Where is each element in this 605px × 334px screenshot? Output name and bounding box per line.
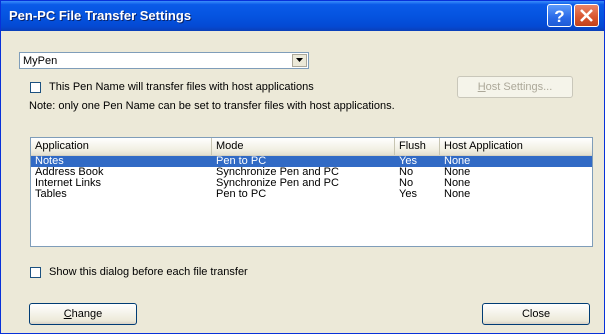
help-button[interactable]: ? bbox=[547, 4, 572, 27]
host-settings-rest: ost Settings... bbox=[485, 81, 553, 93]
pen-name-select[interactable]: MyPen bbox=[19, 52, 309, 69]
cell-mode: Pen to PC bbox=[216, 188, 267, 200]
column-header-host-application[interactable]: Host Application bbox=[440, 138, 592, 155]
cell-host-application: None bbox=[444, 188, 471, 200]
svg-text:?: ? bbox=[554, 7, 564, 26]
host-transfer-checkbox[interactable] bbox=[30, 82, 41, 93]
list-header: Application Mode Flush Host Application bbox=[31, 138, 592, 156]
table-row[interactable]: Tables Pen to PC Yes None bbox=[31, 188, 592, 200]
column-header-application[interactable]: Application bbox=[31, 138, 212, 155]
host-settings-button[interactable]: Host Settings... bbox=[457, 76, 573, 98]
help-icon: ? bbox=[554, 7, 564, 26]
change-rest: hange bbox=[71, 308, 103, 320]
change-accel: C bbox=[63, 308, 72, 320]
note-text: Note: only one Pen Name can be set to tr… bbox=[29, 100, 395, 112]
host-settings-accel: H bbox=[477, 81, 486, 93]
close-window-button[interactable] bbox=[574, 4, 599, 27]
show-dialog-label: Show this dialog before each file transf… bbox=[49, 266, 248, 278]
column-header-mode[interactable]: Mode bbox=[212, 138, 395, 155]
close-button[interactable]: Close bbox=[482, 303, 590, 325]
close-icon bbox=[580, 9, 593, 22]
cell-application: Tables bbox=[35, 188, 67, 200]
application-list[interactable]: Application Mode Flush Host Application … bbox=[30, 137, 593, 247]
pen-name-value: MyPen bbox=[23, 55, 58, 67]
dialog-window: Pen-PC File Transfer Settings ? MyPen Th… bbox=[0, 0, 605, 334]
close-label: Close bbox=[521, 308, 551, 320]
column-header-flush[interactable]: Flush bbox=[395, 138, 440, 155]
cell-flush: Yes bbox=[399, 188, 417, 200]
show-dialog-checkbox[interactable] bbox=[30, 267, 41, 278]
chevron-down-icon bbox=[296, 58, 303, 62]
change-button[interactable]: Change bbox=[29, 303, 137, 325]
title-bar[interactable]: Pen-PC File Transfer Settings ? bbox=[1, 1, 604, 31]
table-row[interactable]: Internet Links Synchronize Pen and PC No… bbox=[31, 177, 592, 189]
window-title: Pen-PC File Transfer Settings bbox=[9, 8, 192, 23]
dropdown-button[interactable] bbox=[292, 54, 307, 67]
host-transfer-label: This Pen Name will transfer files with h… bbox=[49, 81, 314, 93]
